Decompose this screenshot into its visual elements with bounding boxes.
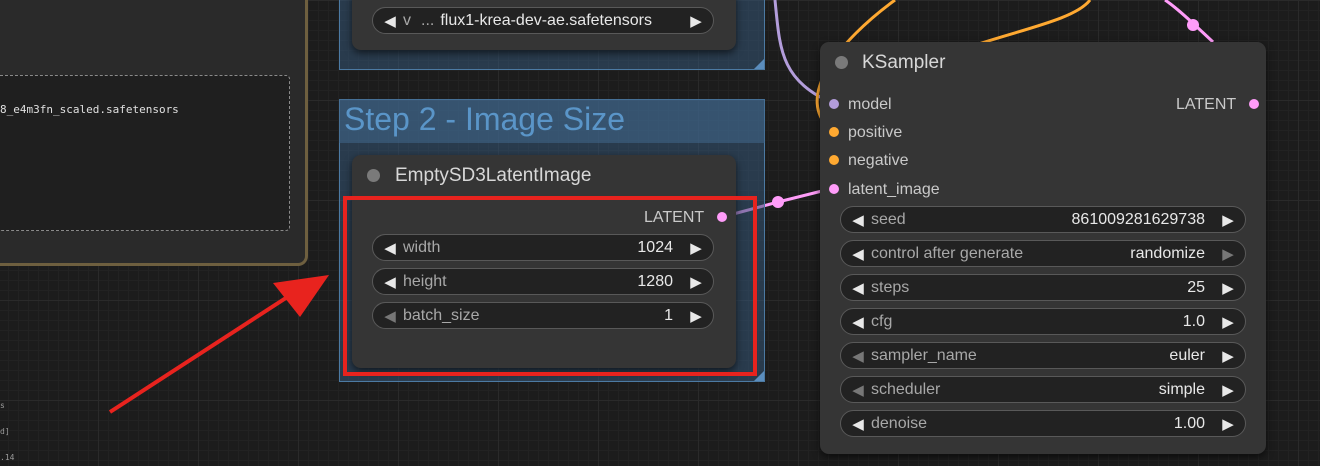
vae-name-widget[interactable]: ◀ v ... flux1-krea-dev-ae.safetensors ▶ <box>372 7 714 34</box>
left-arrow-icon[interactable]: ◀ <box>849 279 867 297</box>
left-arrow-icon[interactable]: ◀ <box>849 313 867 331</box>
side-label-3: .14 <box>0 453 15 462</box>
note-text: 8_e4m3fn_scaled.safetensors <box>0 103 179 116</box>
left-arrow-icon[interactable]: ◀ <box>849 415 867 433</box>
latent-link-right-reroute <box>1187 19 1199 31</box>
annotation-arrow-head <box>273 275 329 317</box>
widget-label: seed <box>871 210 906 228</box>
ksampler-title: KSampler <box>862 52 946 73</box>
model-input-slot[interactable] <box>829 99 839 109</box>
latent-image-input-label: latent_image <box>848 181 940 198</box>
scheduler-widget[interactable]: ◀ scheduler simple ▶ <box>840 376 1246 403</box>
widget-value: 1.0 <box>1182 312 1205 330</box>
sampler-name-widget[interactable]: ◀ sampler_name euler ▶ <box>840 342 1246 369</box>
empty-latent-title: EmptySD3LatentImage <box>395 165 592 186</box>
widget-value: simple <box>1158 380 1205 398</box>
steps-widget[interactable]: ◀ steps 25 ▶ <box>840 274 1246 301</box>
model-input-label: model <box>848 96 892 113</box>
annotation-highlight-box <box>343 196 757 376</box>
right-arrow-icon[interactable]: ▶ <box>1219 347 1237 365</box>
widget-value: randomize <box>1130 244 1205 262</box>
widget-label: control after generate <box>871 244 1024 262</box>
group-title: Step 2 - Image Size <box>344 101 626 137</box>
cfg-widget[interactable]: ◀ cfg 1.0 ▶ <box>840 308 1246 335</box>
widget-value: 1.00 <box>1173 414 1205 432</box>
latent-image-input-slot[interactable] <box>829 184 839 194</box>
widget-value: euler <box>1169 346 1205 364</box>
latent-image-link-reroute <box>772 196 784 208</box>
seed-widget[interactable]: ◀ seed 861009281629738 ▶ <box>840 206 1246 233</box>
left-arrow-icon[interactable]: ◀ <box>849 211 867 229</box>
side-label-2: d] <box>0 427 10 436</box>
widget-label: cfg <box>871 312 893 330</box>
node-collapse-dot[interactable] <box>367 169 380 182</box>
widget-label: sampler_name <box>871 346 977 364</box>
widget-label: denoise <box>871 414 928 432</box>
group-resize-handle[interactable] <box>754 59 764 69</box>
negative-input-label: negative <box>848 152 909 169</box>
right-arrow-icon[interactable]: ▶ <box>1219 279 1237 297</box>
side-label-1: s <box>0 401 5 410</box>
ksampler-output-label: LATENT <box>1176 96 1237 113</box>
negative-input-slot[interactable] <box>829 155 839 165</box>
left-arrow-icon[interactable]: ◀ <box>849 381 867 399</box>
right-arrow-icon[interactable]: ▶ <box>1219 415 1237 433</box>
denoise-widget[interactable]: ◀ denoise 1.00 ▶ <box>840 410 1246 437</box>
note-text-area[interactable] <box>0 75 290 231</box>
annotation-arrow-shaft <box>108 292 294 414</box>
right-arrow-icon[interactable]: ▶ <box>1219 211 1237 229</box>
positive-input-slot[interactable] <box>829 127 839 137</box>
right-arrow-icon[interactable]: ▶ <box>1219 313 1237 331</box>
right-arrow-icon[interactable]: ▶ <box>1219 381 1237 399</box>
positive-input-label: positive <box>848 124 903 141</box>
control-after-generate-widget[interactable]: ◀ control after generate randomize ▶ <box>840 240 1246 267</box>
widget-value: 861009281629738 <box>1071 210 1205 228</box>
widget-label: steps <box>871 278 910 296</box>
vae-widget-prefix: v <box>403 11 411 29</box>
widget-value: 25 <box>1187 278 1205 296</box>
left-arrow-icon[interactable]: ◀ <box>849 245 867 263</box>
right-arrow-icon[interactable]: ▶ <box>687 12 705 30</box>
left-arrow-icon[interactable]: ◀ <box>849 347 867 365</box>
left-arrow-icon[interactable]: ◀ <box>381 12 399 30</box>
widget-label: scheduler <box>871 380 941 398</box>
ksampler-output-slot[interactable] <box>1249 99 1259 109</box>
vae-widget-ellipsis: ... <box>421 11 435 29</box>
right-arrow-icon[interactable]: ▶ <box>1219 245 1237 263</box>
vae-widget-value: flux1-krea-dev-ae.safetensors <box>440 11 652 29</box>
node-collapse-dot[interactable] <box>835 56 848 69</box>
